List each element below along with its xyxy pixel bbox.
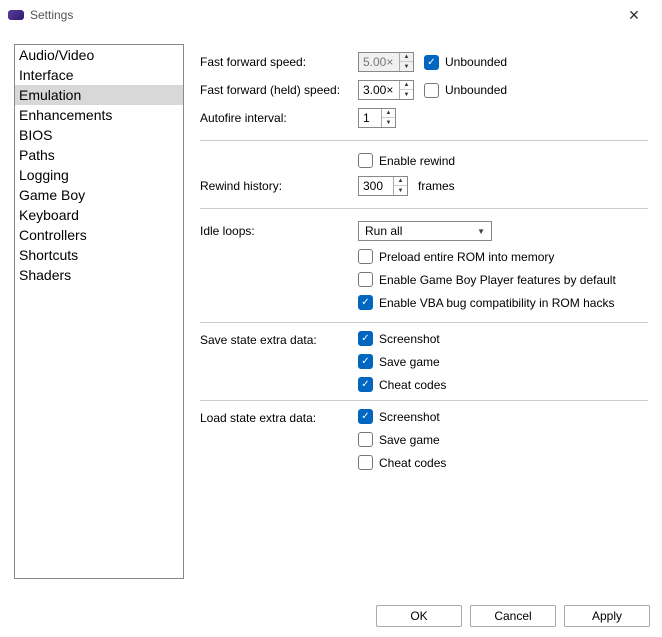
sidebar-item-logging[interactable]: Logging <box>15 165 183 185</box>
sidebar-item-keyboard[interactable]: Keyboard <box>15 205 183 225</box>
ff-held-spinner[interactable]: ▲▼ <box>358 80 414 100</box>
idle-loops-label: Idle loops: <box>200 224 358 238</box>
ff-held-input[interactable] <box>359 81 399 99</box>
sidebar-item-controllers[interactable]: Controllers <box>15 225 183 245</box>
load-extra-label: Load state extra data: <box>200 409 358 425</box>
save-extra-screenshot-checkbox[interactable]: ✓Screenshot <box>358 331 446 346</box>
autofire-input[interactable] <box>359 109 381 127</box>
close-icon[interactable]: ✕ <box>614 7 654 24</box>
window-title: Settings <box>30 8 73 22</box>
titlebar: Settings ✕ <box>0 0 662 30</box>
sidebar-item-shortcuts[interactable]: Shortcuts <box>15 245 183 265</box>
autofire-label: Autofire interval: <box>200 111 358 125</box>
sidebar-item-interface[interactable]: Interface <box>15 65 183 85</box>
spinner-down-icon: ▼ <box>400 62 413 71</box>
spinner-up-icon[interactable]: ▲ <box>394 177 407 186</box>
ok-button[interactable]: OK <box>376 605 462 627</box>
sidebar-item-paths[interactable]: Paths <box>15 145 183 165</box>
sidebar-item-bios[interactable]: BIOS <box>15 125 183 145</box>
ff-speed-label: Fast forward speed: <box>200 55 358 69</box>
ff-speed-input <box>359 53 399 71</box>
apply-button[interactable]: Apply <box>564 605 650 627</box>
ff-speed-unbounded-checkbox[interactable]: ✓ Unbounded <box>424 55 507 70</box>
vba-bug-checkbox[interactable]: ✓ Enable VBA bug compatibility in ROM ha… <box>358 295 648 310</box>
rewind-history-label: Rewind history: <box>200 179 358 193</box>
rewind-history-input[interactable] <box>359 177 393 195</box>
app-icon <box>8 10 24 20</box>
spinner-down-icon[interactable]: ▼ <box>400 90 413 99</box>
sidebar-item-game-boy[interactable]: Game Boy <box>15 185 183 205</box>
enable-rewind-checkbox[interactable]: Enable rewind <box>358 153 648 168</box>
spinner-up-icon[interactable]: ▲ <box>382 109 395 118</box>
cancel-button[interactable]: Cancel <box>470 605 556 627</box>
sidebar-item-shaders[interactable]: Shaders <box>15 265 183 285</box>
autofire-spinner[interactable]: ▲▼ <box>358 108 396 128</box>
rewind-unit: frames <box>418 179 455 193</box>
spinner-down-icon[interactable]: ▼ <box>382 118 395 127</box>
ff-held-unbounded-checkbox[interactable]: Unbounded <box>424 83 507 98</box>
save-extra-savegame-checkbox[interactable]: ✓Save game <box>358 354 446 369</box>
ff-speed-spinner: ▲▼ <box>358 52 414 72</box>
load-extra-screenshot-checkbox[interactable]: ✓Screenshot <box>358 409 446 424</box>
preload-rom-checkbox[interactable]: Preload entire ROM into memory <box>358 249 648 264</box>
chevron-down-icon: ▼ <box>477 227 485 236</box>
load-extra-savegame-checkbox[interactable]: Save game <box>358 432 446 447</box>
sidebar-item-audio-video[interactable]: Audio/Video <box>15 45 183 65</box>
spinner-down-icon[interactable]: ▼ <box>394 186 407 195</box>
sidebar-item-emulation[interactable]: Emulation <box>15 85 183 105</box>
save-extra-cheats-checkbox[interactable]: ✓Cheat codes <box>358 377 446 392</box>
emulation-panel: Fast forward speed: ▲▼ ✓ Unbounded Fast … <box>200 44 648 579</box>
gbp-features-checkbox[interactable]: Enable Game Boy Player features by defau… <box>358 272 648 287</box>
spinner-up-icon[interactable]: ▲ <box>400 81 413 90</box>
idle-loops-select[interactable]: Run all ▼ <box>358 221 492 241</box>
save-extra-label: Save state extra data: <box>200 331 358 347</box>
rewind-history-spinner[interactable]: ▲▼ <box>358 176 408 196</box>
load-extra-cheats-checkbox[interactable]: Cheat codes <box>358 455 446 470</box>
spinner-up-icon: ▲ <box>400 53 413 62</box>
sidebar-item-enhancements[interactable]: Enhancements <box>15 105 183 125</box>
settings-category-list: Audio/VideoInterfaceEmulationEnhancement… <box>14 44 184 579</box>
ff-held-label: Fast forward (held) speed: <box>200 83 358 97</box>
